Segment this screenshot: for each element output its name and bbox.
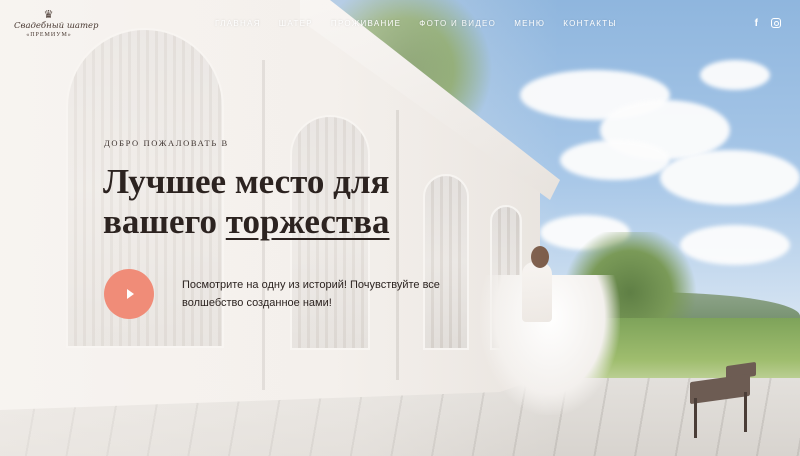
crown-icon: ♛ (43, 9, 55, 21)
logo[interactable]: ♛ Свадебный шатер «ПРЕМИУМ» (14, 9, 99, 46)
nav-item-tent[interactable]: ШАТЕР (279, 19, 313, 28)
nav-item-menu[interactable]: МЕНЮ (514, 19, 545, 28)
logo-subtitle: «ПРЕМИУМ» (26, 32, 72, 38)
instagram-icon[interactable] (771, 18, 781, 28)
headline-line-1: Лучшее место для (103, 162, 390, 201)
nav-item-photo-video[interactable]: ФОТО И ВИДЕО (419, 19, 496, 28)
nav-item-accommodation[interactable]: ПРОЖИВАНИЕ (331, 19, 401, 28)
play-icon (127, 289, 134, 299)
nav-item-contacts[interactable]: КОНТАКТЫ (563, 19, 617, 28)
welcome-label: ДОБРО ПОЖАЛОВАТЬ В (104, 138, 229, 148)
main-nav: ГЛАВНАЯ ШАТЕР ПРОЖИВАНИЕ ФОТО И ВИДЕО МЕ… (215, 19, 635, 28)
invite-text: Посмотрите на одну из историй! Почувству… (182, 279, 440, 309)
hero-headline: Лучшее место для вашего торжества (103, 162, 389, 242)
headline-highlight: торжества (225, 202, 390, 241)
play-video-button[interactable] (104, 269, 154, 319)
facebook-icon[interactable]: f (755, 18, 758, 30)
social-links: f (755, 18, 781, 30)
nav-item-home[interactable]: ГЛАВНАЯ (215, 19, 261, 28)
headline-prefix: вашего (103, 202, 226, 241)
logo-title: Свадебный шатер (14, 21, 99, 31)
